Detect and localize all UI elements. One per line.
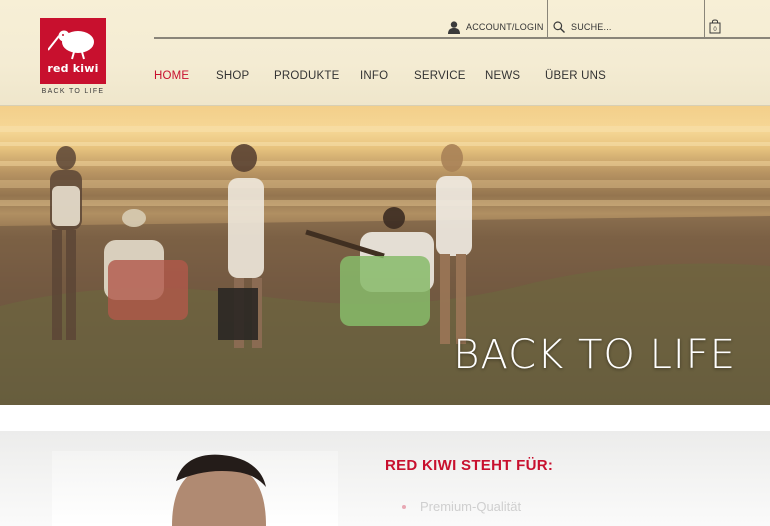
brand-tagline: BACK TO LIFE bbox=[41, 88, 105, 95]
main-navigation: HOME SHOP PRODUKTE INFO SERVICE NEWS ÜBE… bbox=[0, 70, 770, 86]
account-login-link[interactable]: ACCOUNT/LOGIN bbox=[448, 16, 544, 38]
kiwi-bird-icon bbox=[48, 30, 94, 60]
bullet-text: Premium-Qualität bbox=[420, 499, 522, 514]
nav-item-ueber-uns[interactable]: ÜBER UNS bbox=[545, 70, 606, 82]
content-section: RED KIWI STEHT FÜR: Premium-Qualität bbox=[0, 405, 770, 526]
hero-headline: BACK TO LIFE bbox=[453, 332, 736, 378]
site-header: red kiwi BACK TO LIFE ACCOUNT/LOGIN SUCH… bbox=[0, 0, 770, 106]
bullet-icon bbox=[402, 504, 406, 509]
list-item: Premium-Qualität bbox=[402, 499, 521, 514]
hero-banner: BACK TO LIFE bbox=[0, 106, 770, 405]
search-placeholder: SUCHE... bbox=[571, 22, 612, 32]
nav-item-news[interactable]: NEWS bbox=[485, 70, 520, 82]
person-portrait bbox=[172, 454, 266, 526]
nav-item-produkte[interactable]: PRODUKTE bbox=[274, 70, 340, 82]
nav-item-service[interactable]: SERVICE bbox=[414, 70, 466, 82]
nav-item-shop[interactable]: SHOP bbox=[216, 70, 249, 82]
nav-item-info[interactable]: INFO bbox=[360, 70, 388, 82]
search-icon bbox=[553, 21, 565, 33]
nav-item-home[interactable]: HOME bbox=[154, 70, 189, 82]
account-login-label: ACCOUNT/LOGIN bbox=[466, 22, 544, 32]
search-field[interactable]: SUCHE... bbox=[553, 16, 612, 38]
cart-count: 0 bbox=[713, 27, 717, 33]
shopping-bag-icon: 0 bbox=[709, 19, 721, 34]
topbar-divider bbox=[704, 0, 705, 38]
user-icon bbox=[448, 20, 460, 34]
cart-button[interactable]: 0 bbox=[709, 19, 721, 39]
topbar-underline bbox=[154, 37, 770, 39]
section-title: RED KIWI STEHT FÜR: bbox=[385, 457, 554, 474]
portrait-image bbox=[52, 451, 338, 526]
topbar-divider bbox=[547, 0, 548, 38]
